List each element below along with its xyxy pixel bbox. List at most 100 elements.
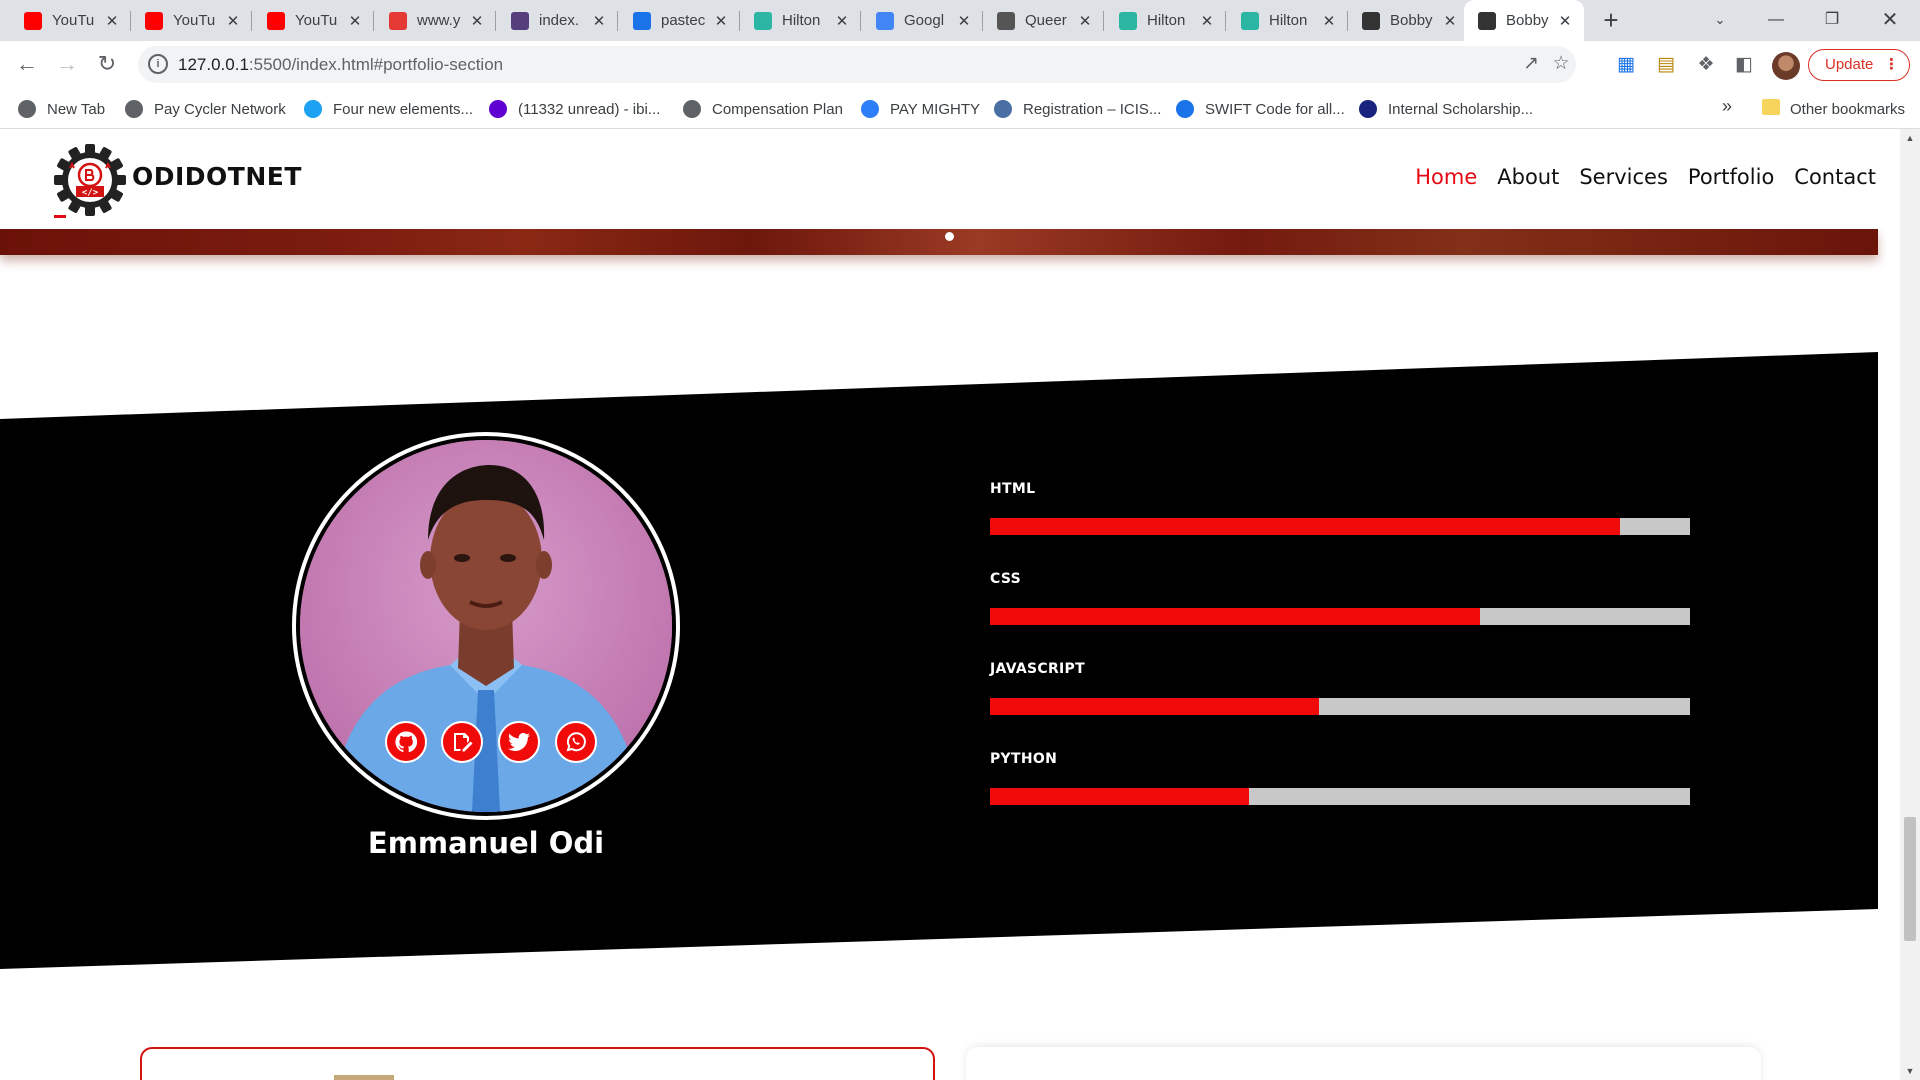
nav-link-about[interactable]: About [1497, 165, 1559, 189]
bookmark-item[interactable]: Internal Scholarship... [1359, 98, 1533, 120]
globe-icon [125, 100, 143, 118]
youtube-icon [145, 11, 163, 30]
whatsapp-icon[interactable] [555, 721, 597, 763]
brand-name[interactable]: ODIDOTNET [132, 162, 302, 191]
carousel-indicator-dot[interactable] [945, 232, 954, 241]
portfolio-card[interactable] [140, 1047, 935, 1080]
profile-photo-image [300, 440, 672, 812]
bookmark-star-icon[interactable]: ☆ [1550, 53, 1572, 75]
tab-title: Googl [904, 12, 945, 29]
gear-logo-icon[interactable]: </> [54, 144, 126, 216]
forward-button[interactable]: → [51, 49, 83, 81]
browser-tab[interactable]: Hilton ✕ [1227, 0, 1348, 41]
site-header: </> ODIDOTNET Home About Services Portfolio… [0, 129, 1900, 229]
browser-tab[interactable]: Hilton ✕ [740, 0, 861, 41]
skill-label: PYTHON [990, 751, 1058, 767]
scroll-down-icon[interactable]: ▼ [1905, 1066, 1915, 1076]
bookmark-item[interactable]: PAY MIGHTY [861, 98, 980, 120]
nav-link-services[interactable]: Services [1579, 165, 1668, 189]
close-tab-icon[interactable]: ✕ [1076, 12, 1094, 30]
menu-dots-icon[interactable]: ⋮ [1884, 50, 1899, 80]
page-scrollbar[interactable]: ▲ ▼ [1900, 129, 1920, 1080]
nav-link-home[interactable]: Home [1415, 165, 1477, 189]
github-icon[interactable] [385, 721, 427, 763]
close-tab-icon[interactable]: ✕ [468, 12, 486, 30]
hero-image-strip [0, 229, 1878, 255]
update-button[interactable]: Update ⋮ [1808, 49, 1910, 81]
side-panel-icon[interactable]: ◧ [1732, 53, 1756, 77]
browser-tab[interactable]: YouTu ✕ [10, 0, 131, 41]
tab-title: Hilton [782, 12, 821, 29]
scrollbar-thumb[interactable] [1904, 817, 1916, 941]
url-text[interactable]: 127.0.0.1:5500/index.html#portfolio-sect… [178, 55, 503, 75]
minimize-button[interactable]: — [1748, 0, 1804, 41]
edit-document-icon[interactable] [441, 721, 483, 763]
restore-button[interactable]: ❐ [1804, 0, 1860, 41]
bookmark-item[interactable]: Four new elements... [304, 98, 473, 120]
blue-dot-icon [304, 100, 322, 118]
nav-link-contact[interactable]: Contact [1794, 165, 1876, 189]
browser-tab[interactable]: Bobby ✕ [1348, 0, 1469, 41]
bookmark-item[interactable]: Registration – ICIS... [994, 98, 1161, 120]
portfolio-card[interactable] [966, 1047, 1761, 1080]
bookmark-item[interactable]: Compensation Plan [683, 98, 843, 120]
bookmarks-bar: New Tab Pay Cycler Network Four new elemen… [0, 88, 1920, 129]
extensions-puzzle-icon[interactable]: ❖ [1694, 53, 1718, 77]
profile-photo [292, 432, 680, 820]
bookmark-item[interactable]: SWIFT Code for all... [1176, 98, 1345, 120]
close-tab-icon[interactable]: ✕ [346, 12, 364, 30]
globe-icon [18, 100, 36, 118]
new-tab-button[interactable]: + [1596, 6, 1626, 36]
infinity-icon [1176, 100, 1194, 118]
browser-tab[interactable]: Queer ✕ [983, 0, 1104, 41]
browser-tab[interactable]: pastec ✕ [619, 0, 740, 41]
profile-avatar[interactable] [1772, 52, 1800, 80]
browser-tab[interactable]: Bobby ✕ [1464, 0, 1584, 41]
extension-icon[interactable]: ▦ [1614, 53, 1638, 77]
browser-tab[interactable]: www.y ✕ [375, 0, 496, 41]
site-info-icon[interactable]: i [148, 54, 168, 74]
back-button[interactable]: ← [11, 49, 43, 81]
address-bar[interactable]: i 127.0.0.1:5500/index.html#portfolio-se… [138, 46, 1576, 83]
google-icon [876, 11, 894, 30]
skill-progress-fill [990, 698, 1319, 715]
browser-tab[interactable]: Hilton ✕ [1105, 0, 1226, 41]
browser-tab[interactable]: index. ✕ [497, 0, 618, 41]
browser-tab[interactable]: Googl ✕ [862, 0, 983, 41]
close-tab-icon[interactable]: ✕ [1198, 12, 1216, 30]
tab-search-icon[interactable]: ⌄ [1692, 0, 1748, 41]
close-tab-icon[interactable]: ✕ [103, 12, 121, 30]
portfolio-card-image [334, 1075, 394, 1080]
scroll-up-icon[interactable]: ▲ [1905, 133, 1915, 143]
yahoo-icon [489, 100, 507, 118]
bookmark-item[interactable]: New Tab [18, 98, 105, 120]
twitter-icon[interactable] [498, 721, 540, 763]
tab-title: Bobby [1506, 12, 1549, 29]
bookmark-item[interactable]: Pay Cycler Network [125, 98, 286, 120]
tab-title: Bobby [1390, 12, 1433, 29]
skill-label: CSS [990, 571, 1021, 587]
close-tab-icon[interactable]: ✕ [590, 12, 608, 30]
tab-title: YouTu [173, 12, 216, 29]
browser-tab[interactable]: YouTu ✕ [131, 0, 252, 41]
close-tab-icon[interactable]: ✕ [712, 12, 730, 30]
bookmark-item[interactable]: (11332 unread) - ibi... [489, 98, 660, 120]
close-window-button[interactable]: ✕ [1862, 0, 1918, 41]
close-tab-icon[interactable]: ✕ [224, 12, 242, 30]
close-tab-icon[interactable]: ✕ [833, 12, 851, 30]
bookmark-label: Internal Scholarship... [1388, 100, 1534, 118]
other-bookmarks[interactable]: Other bookmarks [1790, 98, 1905, 120]
reload-button[interactable]: ↻ [91, 49, 123, 81]
browser-tab[interactable]: YouTu ✕ [253, 0, 374, 41]
close-tab-icon[interactable]: ✕ [1441, 12, 1459, 30]
bootstrap-icon [511, 11, 529, 30]
nav-link-portfolio[interactable]: Portfolio [1688, 165, 1774, 189]
close-tab-icon[interactable]: ✕ [1556, 12, 1574, 30]
more-bookmarks-icon[interactable]: » [1722, 96, 1732, 117]
extension-icon[interactable]: ▤ [1654, 53, 1678, 77]
scholarship-icon [1359, 100, 1377, 118]
close-tab-icon[interactable]: ✕ [1320, 12, 1338, 30]
share-icon[interactable]: ↗ [1520, 53, 1542, 75]
skill-progress-bar [990, 608, 1690, 625]
close-tab-icon[interactable]: ✕ [955, 12, 973, 30]
